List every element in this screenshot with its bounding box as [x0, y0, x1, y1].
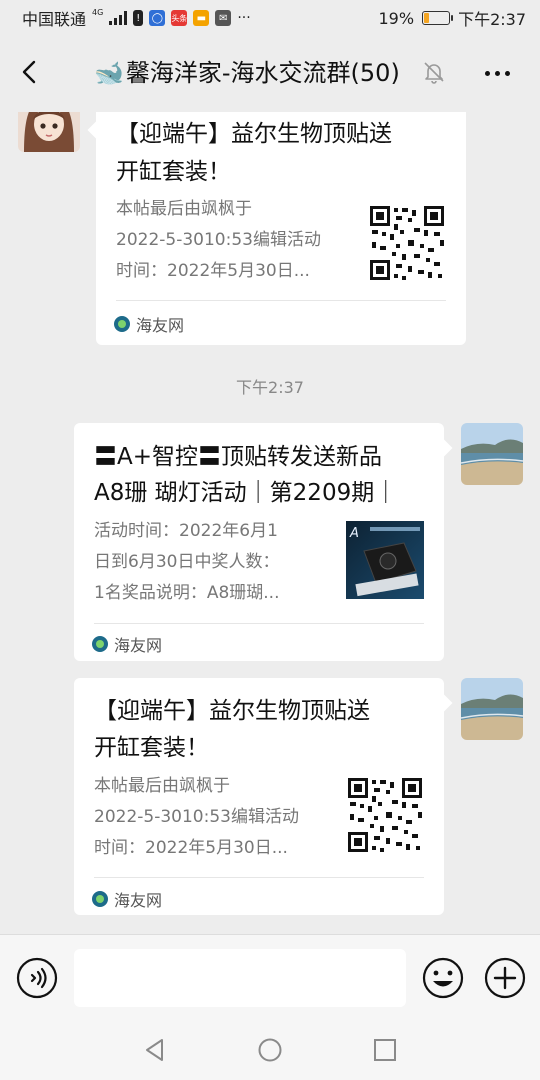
whale-emoji-icon: 🐋	[94, 59, 124, 87]
source-name: 海友网	[114, 891, 163, 910]
link-card[interactable]: 〓A+智控〓顶贴转发送新品 A8珊 瑚灯活动｜第2209期｜ 活动时间：2022…	[74, 423, 444, 661]
card-divider	[94, 877, 424, 878]
signal-icon	[109, 11, 128, 25]
status-left: 中国联通 4G ! ◯ 头条 ▬ ✉ ···	[22, 6, 251, 30]
card-title-line2: 开缸套装！	[116, 159, 231, 185]
battery-percent: 19%	[378, 8, 415, 28]
haiyou-logo-icon	[92, 891, 108, 907]
haiyou-logo-icon	[92, 636, 108, 652]
card-desc-line2: 日到6月30日中奖人数：	[94, 552, 280, 572]
nav-recents-icon[interactable]	[372, 1037, 398, 1063]
qr-code-thumbnail	[346, 776, 424, 854]
svg-text:A: A	[349, 526, 359, 541]
bulb-app-icon: ◯	[149, 10, 166, 26]
voice-input-icon[interactable]	[16, 957, 58, 999]
card-title-line1: 【迎端午】益尔生物顶贴送	[116, 121, 392, 147]
card-title-line2: 开缸套装！	[94, 735, 209, 761]
status-right: 19% 下午2:37	[379, 6, 527, 30]
card-desc-line2: 2022-5-3010:53编辑活动	[116, 230, 321, 250]
clock: 下午2:37	[458, 10, 526, 29]
source-name: 海友网	[114, 636, 163, 655]
system-nav-bar	[0, 1020, 540, 1080]
input-bar	[0, 934, 540, 1020]
qr-code-thumbnail	[368, 204, 446, 282]
mute-bell-icon	[424, 62, 444, 84]
card-desc-line1: 本帖最后由飒枫于	[94, 776, 230, 796]
status-bar: 中国联通 4G ! ◯ 头条 ▬ ✉ ··· 19% 下午2:37	[0, 0, 540, 36]
sender-avatar[interactable]	[18, 112, 80, 152]
battery-icon	[422, 11, 454, 25]
toutiao-app-icon: 头条	[171, 10, 188, 26]
more-options-button[interactable]	[480, 58, 514, 88]
add-plus-icon[interactable]	[483, 956, 527, 1000]
nav-home-icon[interactable]	[257, 1037, 283, 1063]
back-arrow-icon[interactable]	[14, 56, 46, 88]
haiyou-logo-icon	[114, 316, 130, 332]
card-desc-line3: 时间：2022年5月30日...	[116, 261, 310, 281]
source-name: 海友网	[136, 316, 185, 335]
card-source: 海友网	[92, 887, 162, 911]
card-divider	[94, 623, 424, 624]
link-card[interactable]: 【迎端午】益尔生物顶贴送 开缸套装！ 本帖最后由飒枫于 2022-5-3010:…	[74, 678, 444, 915]
emoji-icon[interactable]	[421, 956, 465, 1000]
card-desc-line1: 本帖最后由飒枫于	[116, 199, 252, 219]
card-title-line2: A8珊 瑚灯活动｜第2209期｜	[94, 480, 398, 506]
chat-area[interactable]: 【迎端午】益尔生物顶贴送 开缸套装！ 本帖最后由飒枫于 2022-5-3010:…	[0, 112, 540, 934]
card-desc-line1: 活动时间：2022年6月1	[94, 521, 278, 541]
carrier-name: 中国联通	[22, 10, 87, 29]
nav-back-icon[interactable]	[142, 1037, 168, 1063]
wallet-app-icon: ▬	[193, 10, 210, 26]
card-title-line1: 〓A+智控〓顶贴转发送新品	[94, 444, 383, 470]
card-title-line1: 【迎端午】益尔生物顶贴送	[94, 698, 370, 724]
network-type: 4G	[92, 8, 104, 17]
my-avatar[interactable]	[461, 423, 523, 485]
message-input[interactable]	[74, 949, 406, 1007]
link-card[interactable]: 【迎端午】益尔生物顶贴送 开缸套装！ 本帖最后由飒枫于 2022-5-3010:…	[96, 112, 466, 345]
chat-title[interactable]: 🐋 馨海洋家-海水交流群(50)	[94, 58, 400, 88]
my-avatar[interactable]	[461, 678, 523, 740]
card-source: 海友网	[114, 312, 184, 336]
chat-header: 🐋 馨海洋家-海水交流群(50)	[0, 36, 540, 112]
card-desc-line3: 时间：2022年5月30日...	[94, 838, 288, 858]
warning-icon: !	[133, 10, 144, 26]
more-notifications-icon: ···	[237, 10, 251, 26]
group-name: 馨海洋家-海水交流群(50)	[125, 59, 400, 87]
card-desc-line3: 1名奖品说明：A8珊瑚...	[94, 583, 280, 603]
card-divider	[116, 300, 446, 301]
card-source: 海友网	[92, 632, 162, 656]
message-app-icon: ✉	[215, 10, 232, 26]
product-photo-thumbnail: A	[346, 521, 424, 599]
card-desc-line2: 2022-5-3010:53编辑活动	[94, 807, 299, 827]
message-timestamp: 下午2:37	[236, 378, 304, 397]
